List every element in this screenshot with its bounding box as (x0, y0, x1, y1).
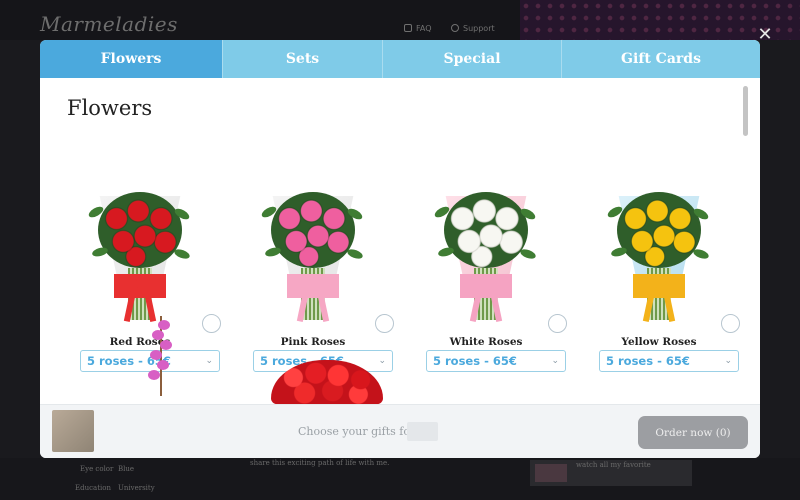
select-product-checkbox[interactable] (721, 314, 740, 333)
product-name: Yellow Roses (621, 336, 697, 348)
bouquet-image (589, 178, 729, 328)
selected-option: 5 roses - 65€ (433, 354, 517, 368)
profile-row-label: Education (75, 484, 111, 492)
product-card: Red Roses 5 roses - 65€ ⌄ (60, 178, 221, 372)
rose-bunch (98, 192, 182, 268)
product-name: Red Roses (109, 336, 171, 348)
chevron-down-icon: ⌄ (205, 356, 213, 366)
rose-bunch (617, 192, 701, 268)
tab-sets[interactable]: Sets (223, 40, 383, 78)
ribbon-bow (460, 274, 512, 298)
rose-bunch (271, 192, 355, 268)
orchid-image (144, 316, 174, 404)
recipient-name (407, 422, 438, 441)
selected-option: 5 roses - 65€ (606, 354, 690, 368)
chevron-down-icon: ⌄ (378, 356, 386, 366)
background-card-thumbnail (535, 464, 567, 482)
chevron-down-icon: ⌄ (724, 356, 732, 366)
tab-gift-cards[interactable]: Gift Cards (562, 40, 760, 78)
profile-row-value: University (118, 484, 155, 492)
product-card: Yellow Roses 5 roses - 65€ ⌄ (579, 178, 740, 372)
recipient-avatar (52, 410, 94, 452)
background-card-text: watch all my favorite (576, 461, 651, 469)
bouquet-image (70, 178, 210, 328)
tab-flowers[interactable]: Flowers (40, 40, 223, 78)
support-link: Support (451, 24, 495, 33)
profile-row-value: Blue (118, 465, 135, 473)
gift-modal: Flowers Sets Special Gift Cards Flowers … (40, 40, 760, 458)
ribbon-bow (633, 274, 685, 298)
select-product-checkbox[interactable] (202, 314, 221, 333)
faq-link: FAQ (404, 24, 432, 33)
ribbon-bow (287, 274, 339, 298)
select-product-checkbox[interactable] (548, 314, 567, 333)
order-bar: Choose your gifts for Order now (0) (40, 404, 760, 458)
select-product-checkbox[interactable] (375, 314, 394, 333)
product-card: Pink Roses 5 roses - 65€ ⌄ (233, 178, 394, 372)
scrollbar[interactable] (743, 86, 748, 136)
site-logo: Marmeladies (40, 12, 178, 36)
bouquet-image (243, 178, 383, 328)
leaf (346, 247, 364, 261)
leaf (519, 247, 537, 261)
choose-gifts-label: Choose your gifts for (298, 425, 416, 438)
category-tabs: Flowers Sets Special Gift Cards (40, 40, 760, 78)
product-name: White Roses (449, 336, 523, 348)
chat-icon (404, 24, 412, 32)
ribbon-bow (114, 274, 166, 298)
support-icon (451, 24, 459, 32)
quantity-select[interactable]: 5 roses - 65€ ⌄ (426, 350, 566, 372)
leaf (610, 246, 628, 258)
profile-text: share this exciting path of life with me… (250, 459, 390, 467)
leaf (173, 247, 191, 261)
section-title: Flowers (67, 96, 153, 120)
profile-row-label: Eye color (80, 465, 114, 473)
bouquet-image (416, 178, 556, 328)
order-now-button[interactable]: Order now (0) (638, 416, 748, 449)
product-list: Flowers Red Roses 5 roses - 65€ ⌄ Pink R… (40, 78, 760, 404)
tab-special[interactable]: Special (383, 40, 562, 78)
chevron-down-icon: ⌄ (551, 356, 559, 366)
leaf (91, 246, 109, 258)
product-name: Pink Roses (280, 336, 346, 348)
leaf (264, 246, 282, 258)
leaf (437, 246, 455, 258)
product-card: White Roses 5 roses - 65€ ⌄ (406, 178, 567, 372)
leaf (692, 247, 710, 261)
rose-bunch (444, 192, 528, 268)
quantity-select[interactable]: 5 roses - 65€ ⌄ (599, 350, 739, 372)
